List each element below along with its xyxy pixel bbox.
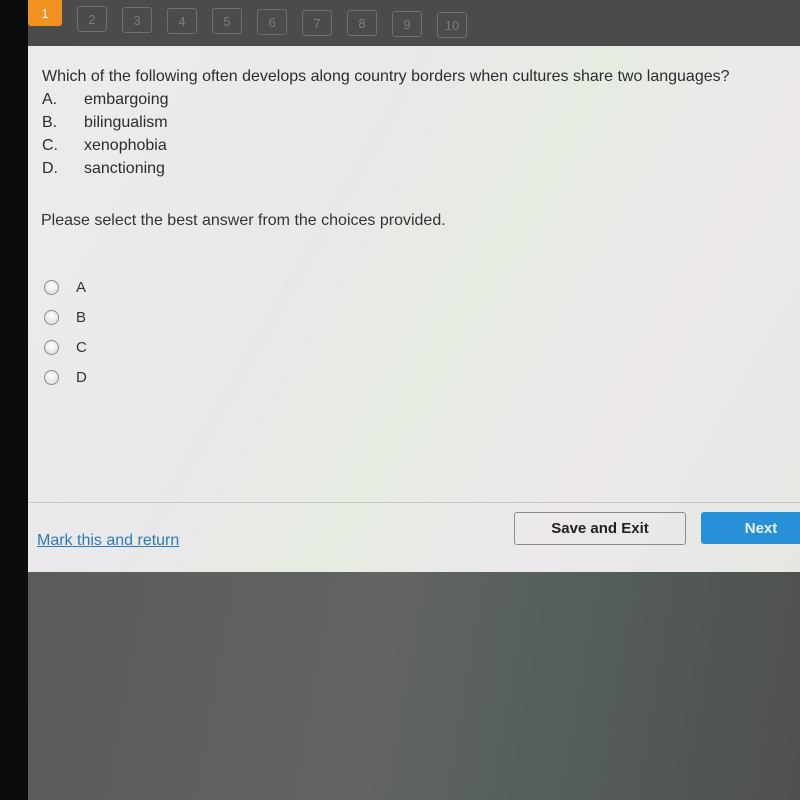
question-nav-4[interactable]: 4 (167, 8, 197, 34)
choice-letter: B. (42, 114, 58, 131)
choice-text: sanctioning (84, 160, 165, 177)
answer-option-c[interactable]: C (44, 332, 87, 362)
choice-a: A. embargoing (42, 88, 790, 111)
option-label: A (76, 278, 87, 296)
question-nav-2[interactable]: 2 (77, 6, 107, 32)
radio-button[interactable] (44, 279, 59, 295)
choice-letter: A. (42, 91, 58, 108)
choice-text: bilingualism (84, 114, 168, 131)
answer-option-a[interactable]: A (44, 272, 87, 302)
answer-option-d[interactable]: D (44, 362, 87, 392)
answer-option-b[interactable]: B (44, 302, 87, 332)
option-label: B (76, 308, 87, 326)
choice-d: D. sanctioning (42, 157, 790, 180)
radio-button[interactable] (44, 369, 59, 385)
option-label: C (76, 338, 87, 356)
question-nav-5[interactable]: 5 (212, 8, 242, 34)
question-panel: Which of the following often develops al… (28, 46, 800, 572)
screen: 1 2 3 4 5 6 7 8 9 10 Which of the follow… (28, 0, 800, 800)
footer-divider (28, 502, 800, 503)
instruction-text: Please select the best answer from the c… (41, 212, 446, 229)
option-label: D (76, 368, 87, 386)
question-stem: Which of the following often develops al… (42, 68, 730, 85)
choice-c: C. xenophobia (42, 134, 790, 157)
question-nav-9[interactable]: 9 (392, 11, 422, 37)
radio-button[interactable] (44, 339, 59, 355)
question-block: Which of the following often develops al… (42, 68, 790, 180)
empty-background-area (28, 572, 800, 800)
choice-text: embargoing (84, 91, 169, 108)
question-navigation-bar: 1 2 3 4 5 6 7 8 9 10 (28, 0, 800, 46)
question-nav-6[interactable]: 6 (257, 9, 287, 35)
radio-button[interactable] (44, 309, 59, 325)
save-and-exit-button[interactable]: Save and Exit (514, 512, 686, 545)
choice-b: B. bilingualism (42, 111, 790, 134)
question-nav-7[interactable]: 7 (302, 10, 332, 36)
choice-letter: C. (42, 137, 58, 154)
choice-text: xenophobia (84, 137, 167, 154)
question-nav-1[interactable]: 1 (28, 0, 62, 26)
question-nav-10[interactable]: 10 (437, 12, 467, 38)
choice-letter: D. (42, 160, 58, 177)
mark-and-return-link[interactable]: Mark this and return (37, 532, 179, 550)
question-nav-3[interactable]: 3 (122, 7, 152, 33)
question-nav-8[interactable]: 8 (347, 10, 377, 36)
answer-options: A B C D (44, 272, 87, 392)
next-button[interactable]: Next (701, 512, 800, 544)
question-number-list: 1 2 3 4 5 6 7 8 9 10 (28, 0, 467, 38)
